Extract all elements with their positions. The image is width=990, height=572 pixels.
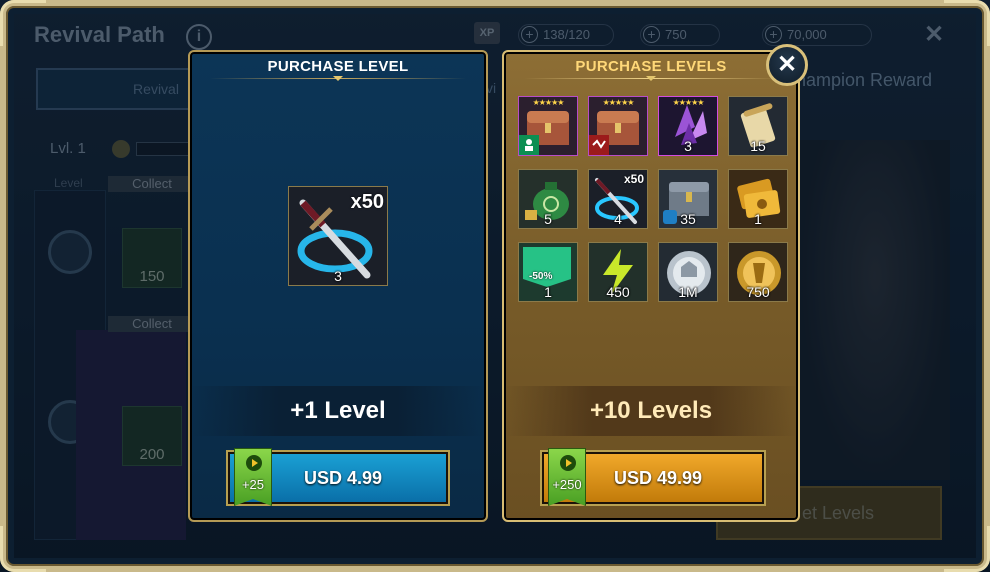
rarity-stars: ★★★★★ — [532, 98, 565, 107]
reward-item[interactable]: x50 4 — [588, 169, 648, 229]
frame-corner — [0, 0, 46, 46]
item-qty: 1 — [544, 284, 552, 300]
rarity-stars: ★★★★★ — [672, 98, 705, 107]
price-label: USD 4.99 — [303, 468, 383, 488]
buy-10-levels-button[interactable]: +250 USD 49.99 — [542, 448, 764, 506]
item-qty: 15 — [750, 138, 766, 154]
item-qty: 3 — [684, 138, 692, 154]
rarity-stars: ★★★★★ — [602, 98, 635, 107]
panel-title: PURCHASE LEVEL — [267, 58, 409, 75]
reward-item[interactable]: 15 — [728, 96, 788, 156]
modal-overlay — [0, 0, 990, 572]
reward-item[interactable]: 450 — [588, 242, 648, 302]
buy-1-level-button[interactable]: +25 USD 4.99 — [228, 448, 448, 506]
frame-corner — [944, 526, 990, 572]
reward-item[interactable]: ★★★★★ — [518, 96, 578, 156]
reward-item[interactable]: 1 — [728, 169, 788, 229]
reward-item[interactable]: 1M — [658, 242, 718, 302]
purchase-levels-panel: PURCHASE LEVELS ★★★★★ ★★★★★ ★★★★★ 3 15 5 x50 4 3… — [502, 50, 800, 522]
reward-item[interactable]: 750 — [728, 242, 788, 302]
item-qty: 1M — [678, 284, 698, 300]
reward-item[interactable]: ★★★★★ 3 — [658, 96, 718, 156]
level-amount: +10 Levels — [504, 386, 798, 436]
item-multiplier: x50 — [350, 191, 384, 213]
frame-corner — [944, 0, 990, 46]
reward-item[interactable]: -50% 1 — [518, 242, 578, 302]
item-qty: 35 — [680, 211, 696, 227]
reward-item[interactable]: 35 — [658, 169, 718, 229]
item-multiplier: x50 — [623, 172, 644, 186]
item-qty: 5 — [544, 211, 552, 227]
title-arrow-icon — [333, 76, 343, 82]
item-qty: 1 — [754, 211, 762, 227]
purchase-level-panel: PURCHASE LEVEL x50 3 +1 Level +25 USD 4.… — [188, 50, 488, 522]
game-screen: Revival Path i XP + 138/120 + 750 + 70,0… — [0, 0, 990, 572]
item-qty: 450 — [606, 284, 630, 300]
item-qty: 4 — [614, 211, 622, 227]
item-qty: 3 — [334, 268, 342, 284]
discount-label: -50% — [529, 271, 553, 282]
panel-title: PURCHASE LEVELS — [575, 58, 727, 75]
price-label: USD 49.99 — [613, 468, 703, 488]
reward-item[interactable]: 5 — [518, 169, 578, 229]
frame-corner — [0, 526, 46, 572]
reward-item[interactable]: ★★★★★ — [588, 96, 648, 156]
title-arrow-icon — [646, 76, 656, 82]
item-qty: 750 — [746, 284, 770, 300]
level-amount: +1 Level — [190, 386, 486, 436]
reward-item-sword[interactable]: x50 3 — [288, 186, 388, 286]
close-icon[interactable]: ✕ — [766, 44, 808, 86]
